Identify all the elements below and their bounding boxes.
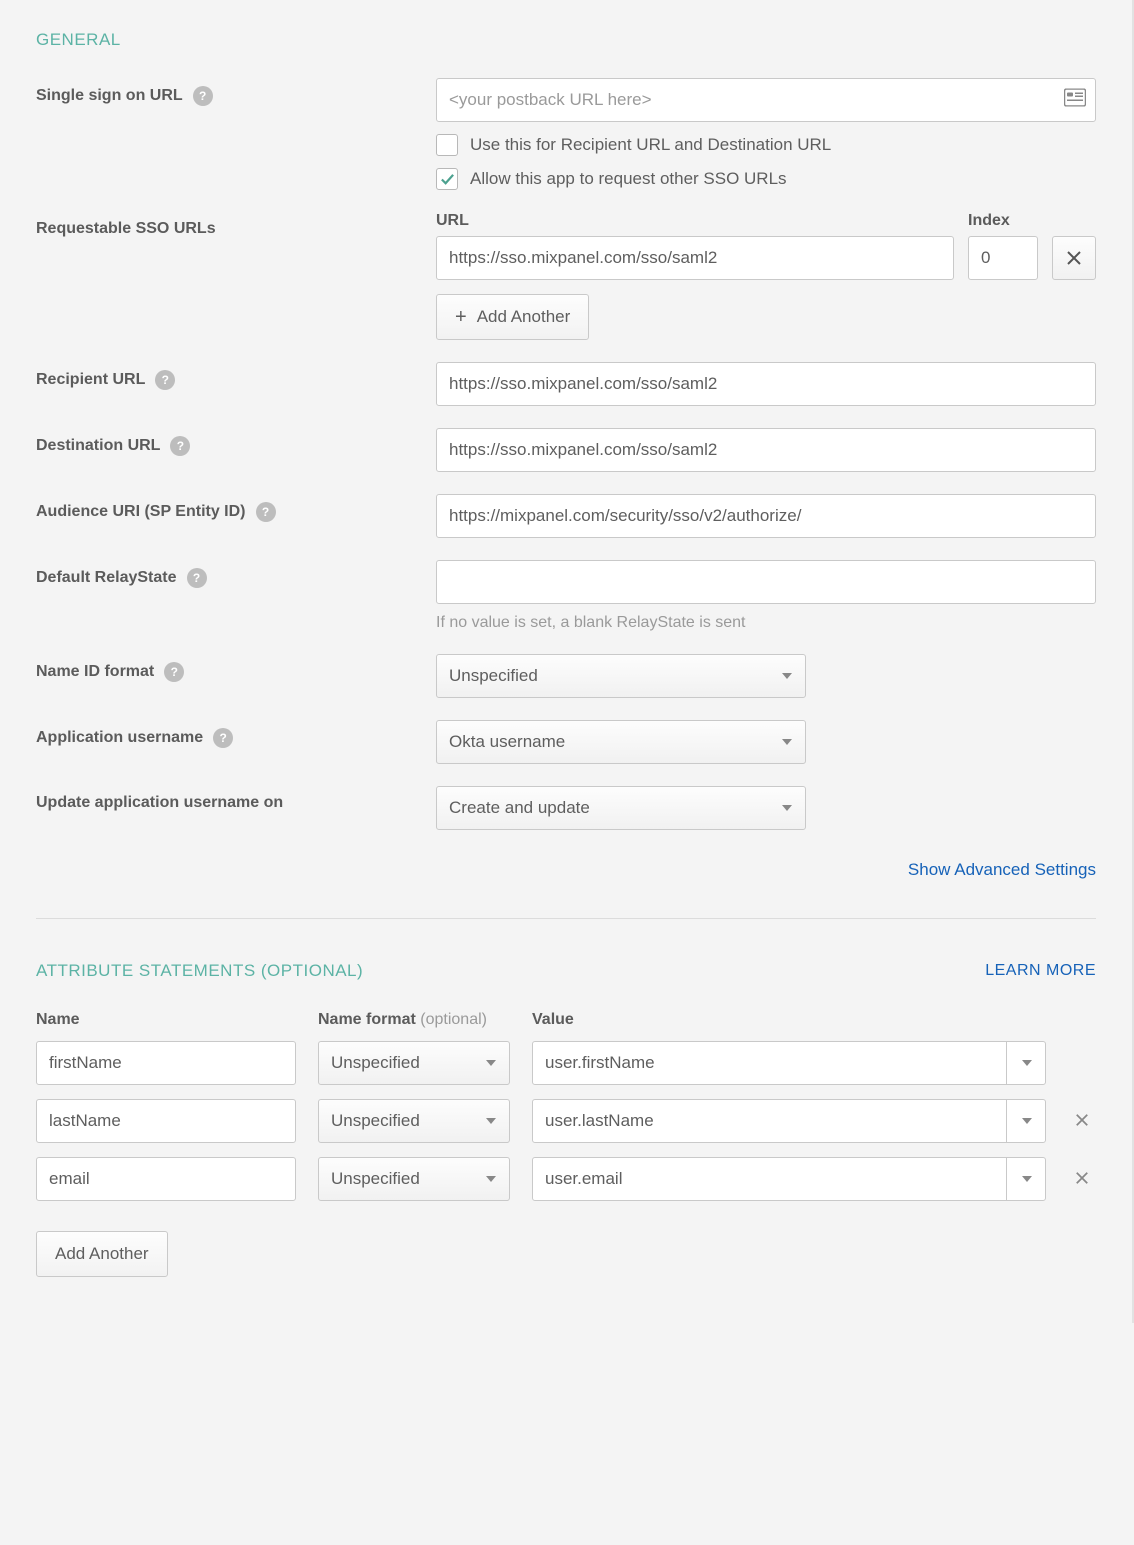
add-sso-url-button[interactable]: + Add Another	[436, 294, 589, 340]
learn-more-link[interactable]: LEARN MORE	[985, 962, 1096, 980]
allow-other-sso-label: Allow this app to request other SSO URLs	[470, 169, 787, 189]
section-divider	[36, 918, 1096, 919]
req-index-input[interactable]	[968, 236, 1038, 280]
req-url-input[interactable]	[436, 236, 954, 280]
close-icon	[1075, 1171, 1089, 1185]
help-icon[interactable]: ?	[193, 86, 213, 106]
use-for-recipient-destination-checkbox[interactable]	[436, 134, 458, 156]
attr-name-input[interactable]	[36, 1157, 296, 1201]
attr-value-dropdown-button[interactable]	[1006, 1157, 1046, 1201]
attribute-row: Unspecified	[36, 1099, 1096, 1143]
attr-col-format-optional: (optional)	[420, 1011, 487, 1028]
attr-format-select[interactable]: Unspecified	[318, 1099, 510, 1143]
sso-url-label: Single sign on URL	[36, 87, 183, 105]
remove-attribute-button[interactable]	[1068, 1110, 1096, 1133]
attr-col-value: Value	[532, 1011, 1046, 1029]
help-icon[interactable]: ?	[256, 502, 276, 522]
help-icon[interactable]: ?	[187, 568, 207, 588]
relay-state-input[interactable]	[436, 560, 1096, 604]
add-attribute-button[interactable]: Add Another	[36, 1231, 168, 1277]
attr-value-input[interactable]	[532, 1041, 1046, 1085]
attr-col-format: Name format	[318, 1011, 416, 1028]
update-username-select[interactable]: Create and update	[436, 786, 806, 830]
audience-uri-label: Audience URI (SP Entity ID)	[36, 503, 246, 521]
remove-attribute-button[interactable]	[1068, 1168, 1096, 1191]
application-username-label: Application username	[36, 729, 203, 747]
attribute-row: Unspecified	[36, 1041, 1096, 1085]
attr-format-select[interactable]: Unspecified	[318, 1041, 510, 1085]
attr-format-select[interactable]: Unspecified	[318, 1157, 510, 1201]
close-icon	[1075, 1113, 1089, 1127]
allow-other-sso-checkbox[interactable]	[436, 168, 458, 190]
requestable-sso-row	[436, 236, 1096, 280]
attr-value-input[interactable]	[532, 1157, 1046, 1201]
attr-name-input[interactable]	[36, 1099, 296, 1143]
section-attributes-title: ATTRIBUTE STATEMENTS (OPTIONAL)	[36, 961, 363, 981]
recipient-url-input[interactable]	[436, 362, 1096, 406]
nameid-format-select[interactable]: Unspecified	[436, 654, 806, 698]
contact-card-icon[interactable]	[1064, 89, 1086, 112]
use-for-recipient-destination-label: Use this for Recipient URL and Destinati…	[470, 135, 831, 155]
application-username-select[interactable]: Okta username	[436, 720, 806, 764]
audience-uri-input[interactable]	[436, 494, 1096, 538]
destination-url-label: Destination URL	[36, 437, 160, 455]
relay-state-hint: If no value is set, a blank RelayState i…	[436, 614, 1096, 632]
close-icon	[1066, 250, 1082, 266]
section-general-title: GENERAL	[36, 30, 1096, 50]
update-username-label: Update application username on	[36, 794, 283, 812]
help-icon[interactable]: ?	[164, 662, 184, 682]
attr-col-name: Name	[36, 1011, 296, 1029]
remove-sso-url-button[interactable]	[1052, 236, 1096, 280]
attr-value-input[interactable]	[532, 1099, 1046, 1143]
help-icon[interactable]: ?	[213, 728, 233, 748]
sso-url-input[interactable]	[436, 78, 1096, 122]
show-advanced-settings-link[interactable]: Show Advanced Settings	[36, 860, 1096, 880]
attr-value-dropdown-button[interactable]	[1006, 1099, 1046, 1143]
nameid-format-label: Name ID format	[36, 663, 154, 681]
req-url-header: URL	[436, 212, 954, 230]
relay-state-label: Default RelayState	[36, 569, 177, 587]
requestable-sso-label: Requestable SSO URLs	[36, 220, 216, 238]
recipient-url-label: Recipient URL	[36, 371, 145, 389]
req-index-header: Index	[968, 212, 1038, 230]
attr-name-input[interactable]	[36, 1041, 296, 1085]
attr-value-dropdown-button[interactable]	[1006, 1041, 1046, 1085]
destination-url-input[interactable]	[436, 428, 1096, 472]
help-icon[interactable]: ?	[170, 436, 190, 456]
help-icon[interactable]: ?	[155, 370, 175, 390]
attribute-row: Unspecified	[36, 1157, 1096, 1201]
plus-icon: +	[455, 307, 467, 327]
